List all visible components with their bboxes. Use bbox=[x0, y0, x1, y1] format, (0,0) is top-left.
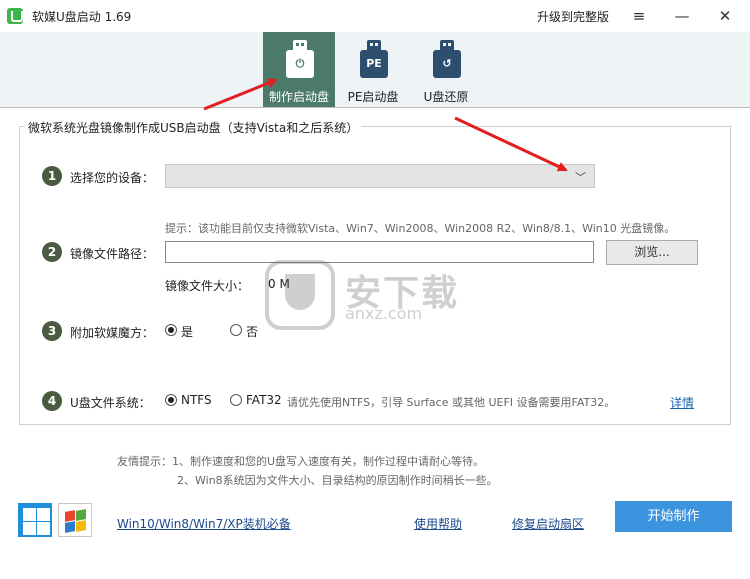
tab-label: U盘还原 bbox=[423, 90, 469, 104]
chevron-down-icon: ﹀ bbox=[575, 171, 586, 184]
step-number-2: 2 bbox=[42, 242, 62, 262]
filesystem-label: U盘文件系统： bbox=[70, 396, 151, 410]
filesystem-note: 请优先使用NTFS，引导 Surface 或其他 UEFI 设备需要用FAT32… bbox=[287, 396, 616, 409]
image-path-label: 镜像文件路径： bbox=[70, 247, 155, 261]
windows-logo-icon bbox=[18, 503, 52, 537]
fat32-radio[interactable] bbox=[230, 394, 242, 406]
tips-text: 友情提示：1、制作速度和您的U盘写入速度有关，制作过程中请耐心等待。 2、Win… bbox=[117, 452, 498, 490]
addon-no-radio[interactable] bbox=[230, 324, 242, 336]
upgrade-link[interactable]: 升级到完整版 bbox=[537, 8, 609, 25]
app-logo-icon bbox=[7, 8, 23, 24]
app-title: 软媒U盘启动 1.69 bbox=[32, 10, 132, 24]
device-label: 选择您的设备： bbox=[70, 171, 155, 185]
close-button[interactable]: ✕ bbox=[712, 4, 738, 28]
title-bar: 软媒U盘启动 1.69 升级到完整版 ≡ — ✕ bbox=[0, 0, 750, 32]
start-button[interactable]: 开始制作 bbox=[615, 501, 732, 532]
step-number-3: 3 bbox=[42, 321, 62, 341]
ntfs-radio[interactable] bbox=[165, 394, 177, 406]
addon-label: 附加软媒魔方： bbox=[70, 326, 155, 340]
device-select[interactable]: ﹀ bbox=[165, 164, 595, 188]
tip-line-1: 友情提示：1、制作速度和您的U盘写入速度有关，制作过程中请耐心等待。 bbox=[117, 455, 485, 468]
addon-yes-label: 是 bbox=[181, 325, 194, 339]
minimize-button[interactable]: — bbox=[669, 4, 695, 28]
tab-make-boot-disk[interactable]: ⏻ 制作启动盘 bbox=[263, 32, 335, 107]
windows-xp-logo-icon bbox=[58, 503, 92, 537]
tip-line-2: 2、Win8系统因为文件大小、目录结构的原因制作时间稍长一些。 bbox=[177, 474, 498, 487]
step-number-1: 1 bbox=[42, 166, 62, 186]
mode-toolbar: ⏻ 制作启动盘 PE PE启动盘 ↺ U盘还原 bbox=[0, 32, 750, 108]
help-link[interactable]: 使用帮助 bbox=[414, 515, 462, 532]
group-title: 微软系统光盘镜像制作成USB启动盘（支持Vista和之后系统） bbox=[25, 119, 362, 136]
usb-pe-icon: PE bbox=[360, 40, 388, 80]
tab-pe-boot-disk[interactable]: PE PE启动盘 bbox=[337, 32, 409, 107]
image-path-input[interactable] bbox=[165, 241, 594, 263]
details-link[interactable]: 详情 bbox=[670, 394, 694, 411]
repair-boot-sector-link[interactable]: 修复启动扇区 bbox=[512, 515, 584, 532]
ntfs-label: NTFS bbox=[181, 393, 212, 407]
browse-button[interactable]: 浏览... bbox=[606, 240, 698, 265]
image-size-value: 0 M bbox=[268, 277, 290, 291]
image-size-label: 镜像文件大小： bbox=[165, 279, 250, 293]
step-number-4: 4 bbox=[42, 391, 62, 411]
fat32-label: FAT32 bbox=[246, 393, 282, 407]
iso-support-hint: 提示：该功能目前仅支持微软Vista、Win7、Win2008、Win2008 … bbox=[165, 222, 676, 235]
usb-restore-icon: ↺ bbox=[433, 40, 461, 80]
menu-icon[interactable]: ≡ bbox=[626, 4, 652, 28]
tab-label: PE启动盘 bbox=[347, 90, 399, 104]
tab-usb-restore[interactable]: ↺ U盘还原 bbox=[410, 32, 482, 107]
systems-link[interactable]: Win10/Win8/Win7/XP装机必备 bbox=[117, 515, 291, 532]
usb-power-icon: ⏻ bbox=[286, 40, 314, 80]
addon-no-label: 否 bbox=[246, 325, 259, 339]
addon-yes-radio[interactable] bbox=[165, 324, 177, 336]
tab-label: 制作启动盘 bbox=[268, 90, 329, 104]
